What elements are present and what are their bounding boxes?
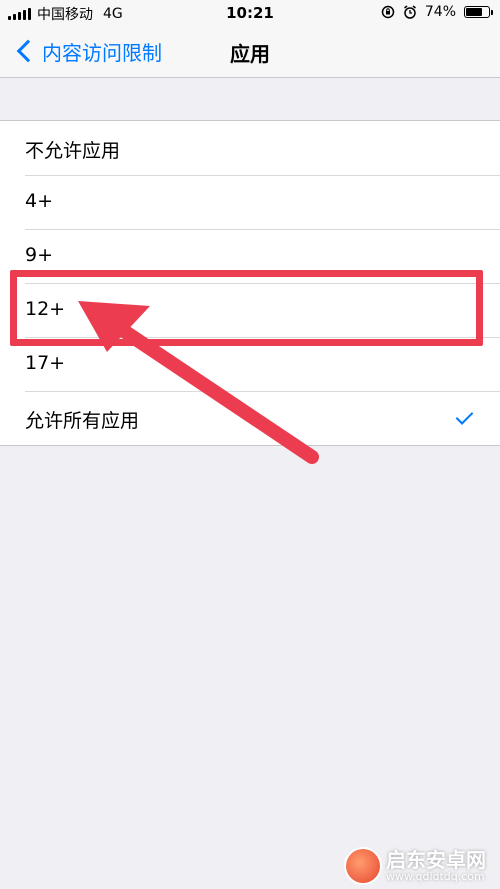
- watermark: 启东安卓网 www.qdldtdq.com: [346, 849, 486, 883]
- watermark-name: 启东安卓网: [386, 847, 486, 872]
- watermark-url: www.qdldtdq.com: [386, 869, 485, 883]
- watermark-logo: [346, 848, 380, 883]
- annotation-arrow: [78, 301, 319, 464]
- watermark-text: 启东安卓网 www.qdldtdq.com: [386, 849, 486, 883]
